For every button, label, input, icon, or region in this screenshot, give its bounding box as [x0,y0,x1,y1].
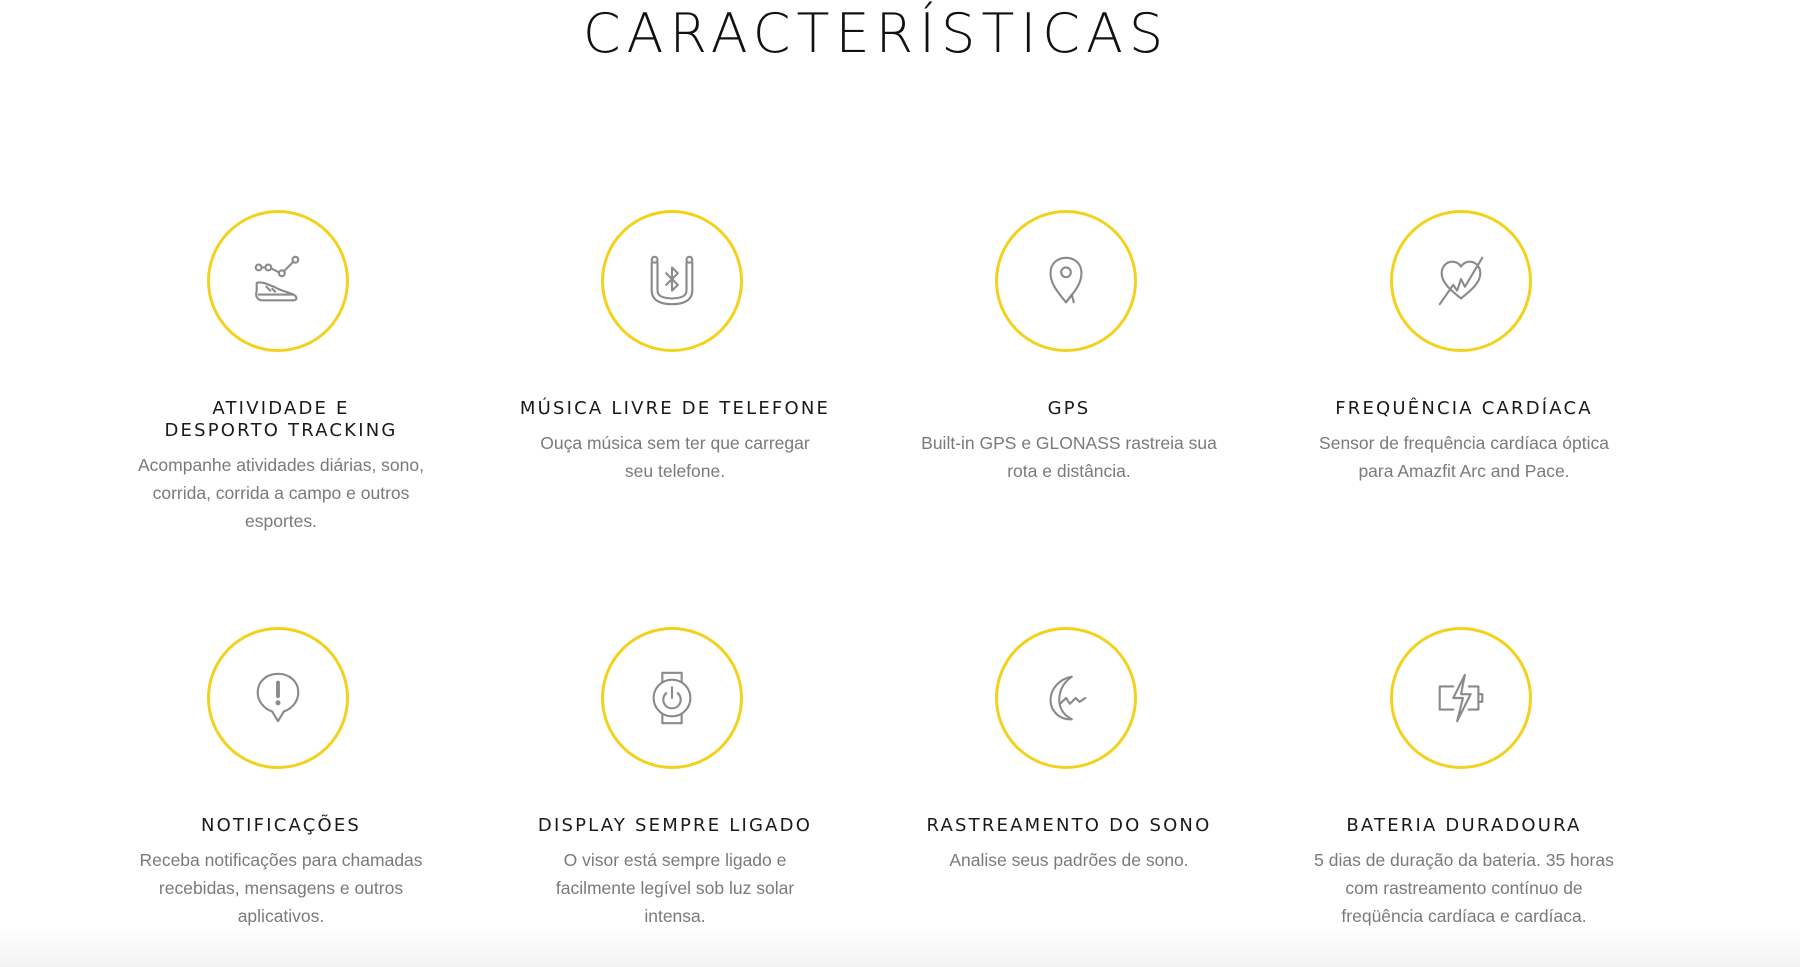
icon-circle [601,627,743,769]
feature-description: Built-in GPS e GLONASS rastreia sua rota… [921,433,1217,481]
feature-title: NOTIFICAÇÕES [200,815,362,836]
feature-description: Sensor de frequência cardíaca óptica par… [1319,433,1609,481]
watch-power-icon [652,671,692,725]
notification-bubble-icon [256,672,300,723]
feature-title: ATIVIDADE E DESPORTO TRACKING [164,398,398,441]
bluetooth-earphones-icon [650,255,694,306]
feature-description: Ouça música sem ter que carregar seu tel… [540,433,810,481]
icon-circle [1390,210,1532,352]
icon-circle [995,627,1137,769]
feature-heart-rate: FREQUÊNCIA CARDÍACA Sensor de frequência… [1294,210,1634,510]
feature-notifications: NOTIFICAÇÕES Receba notificações para ch… [111,627,451,927]
feature-music: MÚSICA LIVRE DE TELEFONE Ouça música sem… [505,210,845,510]
moon-sleep-icon [1049,675,1087,721]
feature-title: RASTREAMENTO DO SONO [926,815,1212,836]
feature-title: FREQUÊNCIA CARDÍACA [1335,398,1593,419]
icon-circle [1390,627,1532,769]
feature-description: 5 dias de duração da bateria. 35 horas c… [1314,850,1614,926]
feature-description: O visor está sempre ligado e facilmente … [555,850,795,926]
icon-circle [601,210,743,352]
sneaker-activity-icon [254,255,300,302]
battery-bolt-icon [1438,673,1484,723]
feature-title: BATERIA DURADOURA [1346,815,1582,836]
feature-description: Analise seus padrões de sono. [949,850,1189,870]
feature-always-on-display: DISPLAY SEMPRE LIGADO O visor está sempr… [505,627,845,927]
feature-title: DISPLAY SEMPRE LIGADO [537,815,813,836]
heart-rate-icon [1438,256,1484,306]
feature-title: MÚSICA LIVRE DE TELEFONE [519,398,831,419]
feature-activity-tracking: ATIVIDADE E DESPORTO TRACKING Acompanhe … [111,210,451,540]
map-pin-icon [1049,256,1083,304]
feature-sleep-tracking: RASTREAMENTO DO SONO Analise seus padrõe… [899,627,1239,927]
feature-description: Acompanhe atividades diárias, sono, corr… [137,455,424,531]
feature-description: Receba notificações para chamadas recebi… [139,850,423,926]
features-page: CARACTERÍSTICAS ATIVIDADE E DESPORTO TRA… [0,0,1800,967]
icon-circle [207,210,349,352]
feature-gps: GPS Built-in GPS e GLONASS rastreia sua … [899,210,1239,510]
features-grid: ATIVIDADE E DESPORTO TRACKING Acompanhe … [0,0,1800,967]
icon-circle [207,627,349,769]
feature-battery: BATERIA DURADOURA 5 dias de duração da b… [1294,627,1634,927]
feature-title: GPS [1047,398,1091,419]
icon-circle [995,210,1137,352]
bottom-fade [0,927,1800,967]
